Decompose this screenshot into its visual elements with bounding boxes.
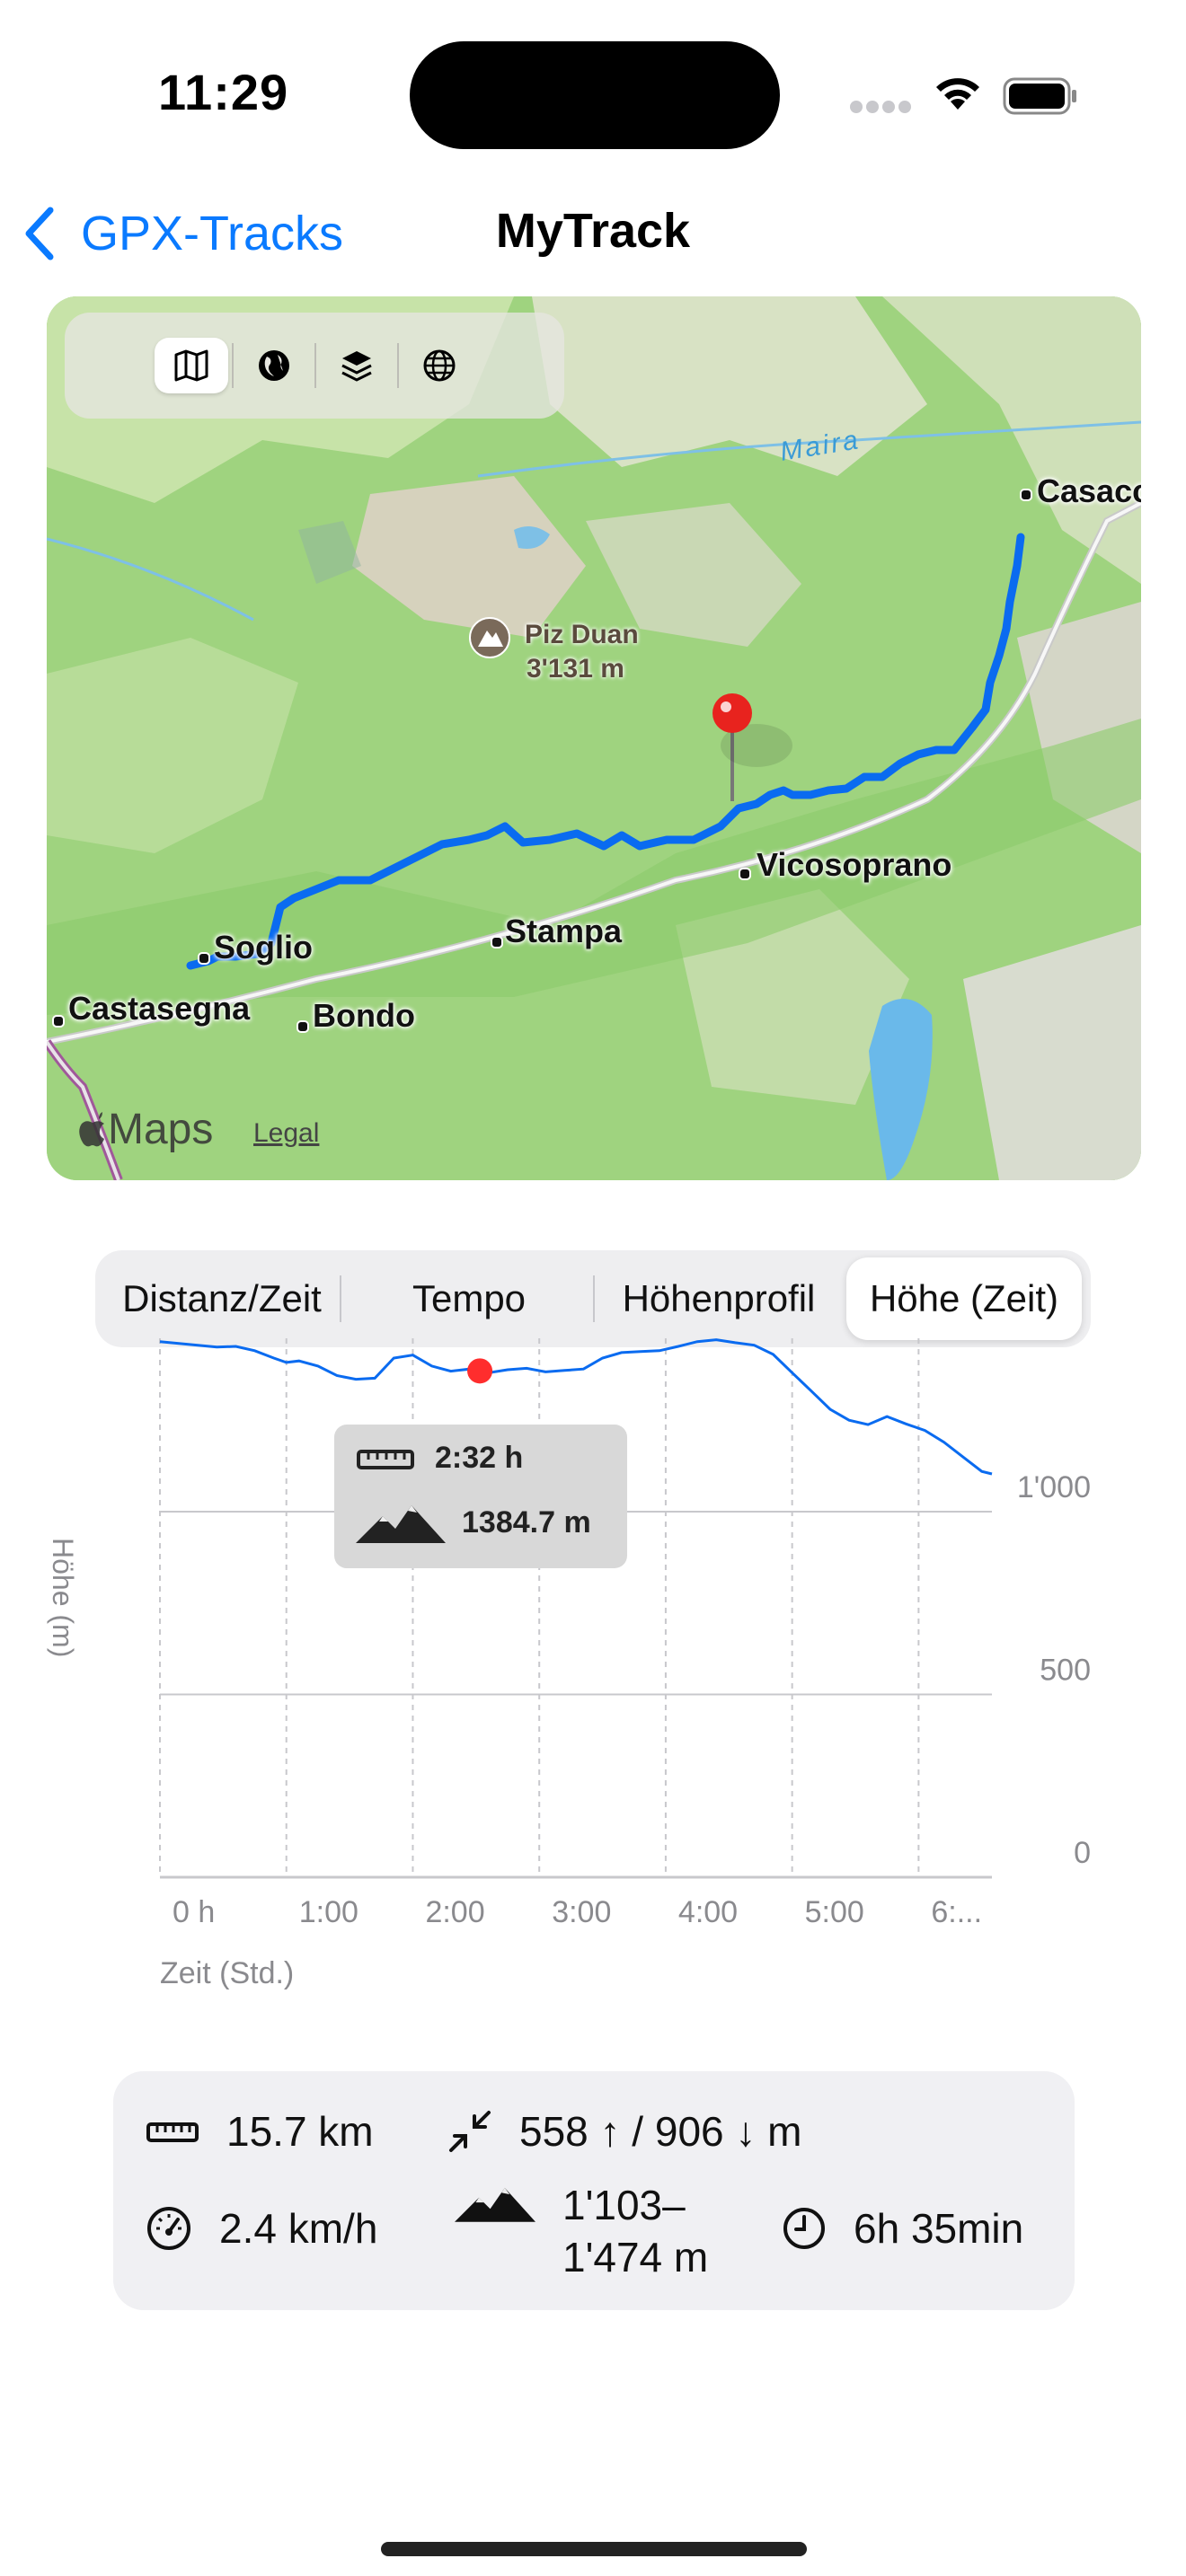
globe-grid-icon xyxy=(423,349,456,382)
stat-elevation-change: 558 ↑ / 906 ↓ m xyxy=(447,2107,802,2156)
track-stats-card: 15.7 km 558 ↑ / 906 ↓ m 2.4 km/h 1'103– … xyxy=(113,2071,1075,2310)
place-castasegna: Castasegna xyxy=(68,990,251,1027)
clock-icon xyxy=(783,2208,825,2249)
peak-name: Piz Duan xyxy=(525,620,639,649)
place-stampa: Stampa xyxy=(505,913,623,949)
map-style-standard[interactable] xyxy=(155,338,228,393)
x-tick-label: 2:00 xyxy=(425,1895,484,1929)
x-tick-label: 0 h xyxy=(173,1895,215,1929)
x-tick-label: 5:00 xyxy=(805,1895,864,1929)
arrows-inward-icon xyxy=(449,2111,491,2152)
ruler-icon xyxy=(146,2122,199,2142)
stat-duration: 6h 35min xyxy=(782,2204,1023,2253)
globe-icon xyxy=(259,350,289,381)
battery-icon xyxy=(1003,77,1078,115)
segment-tempo[interactable]: Tempo xyxy=(345,1257,593,1340)
segment-elevation-profile[interactable]: Höhenprofil xyxy=(598,1257,839,1340)
segment-distance-time[interactable]: Distanz/Zeit xyxy=(102,1257,341,1340)
dynamic-island xyxy=(410,41,780,149)
tooltip-time: 2:32 h xyxy=(435,1441,524,1475)
x-tick-label: 3:00 xyxy=(552,1895,611,1929)
stat-distance: 15.7 km xyxy=(146,2107,374,2156)
mountains-icon xyxy=(356,1505,446,1543)
stat-elevation-range: 1'103– 1'474 m xyxy=(455,2179,708,2283)
place-soglio: Soglio xyxy=(214,929,313,966)
maps-logo: Maps xyxy=(77,1105,213,1154)
map-style-hybrid[interactable] xyxy=(237,338,311,393)
map-style-layers[interactable] xyxy=(320,338,394,393)
map-view[interactable]: Maira Casacc Piz Duan 3'131 m Vicosopran… xyxy=(47,296,1141,1180)
place-vicosoprano: Vicosoprano xyxy=(757,846,952,883)
selection-marker xyxy=(467,1358,493,1384)
map-terrain xyxy=(47,296,1141,1180)
x-tick-label: 1:00 xyxy=(299,1895,358,1929)
y-tick-label: 500 xyxy=(1040,1653,1091,1687)
x-tick-label: 6:... xyxy=(931,1895,982,1929)
ruler-icon xyxy=(357,1449,414,1469)
segment-elevation-time[interactable]: Höhe (Zeit) xyxy=(846,1257,1082,1340)
mountains-icon xyxy=(455,2187,535,2222)
apple-icon xyxy=(79,1111,104,1146)
map-icon xyxy=(174,349,208,382)
y-tick-label: 1'000 xyxy=(1017,1470,1091,1504)
wifi-icon xyxy=(931,74,985,118)
tooltip-elevation: 1384.7 m xyxy=(462,1504,591,1539)
map-style-picker xyxy=(65,313,564,419)
home-indicator xyxy=(381,2542,807,2556)
peak-altitude: 3'131 m xyxy=(527,654,624,684)
speedometer-icon xyxy=(147,2207,190,2250)
chart-tooltip: 2:32 h 1384.7 m xyxy=(334,1425,627,1568)
layers-icon xyxy=(341,351,372,382)
page-title: MyTrack xyxy=(495,204,691,258)
place-bondo: Bondo xyxy=(313,997,415,1034)
place-casaccia: Casacc xyxy=(1037,472,1141,509)
x-tick-label: 4:00 xyxy=(678,1895,738,1929)
stat-speed: 2.4 km/h xyxy=(146,2204,377,2253)
map-style-globe[interactable] xyxy=(403,338,476,393)
x-axis-title: Zeit (Std.) xyxy=(160,1956,295,1990)
status-time: 11:29 xyxy=(158,64,289,120)
signal-dots-icon xyxy=(850,101,913,115)
legal-link[interactable]: Legal xyxy=(253,1118,319,1149)
y-tick-label: 0 xyxy=(1074,1836,1091,1870)
y-axis-title: Höhe (m) xyxy=(47,1538,79,1658)
